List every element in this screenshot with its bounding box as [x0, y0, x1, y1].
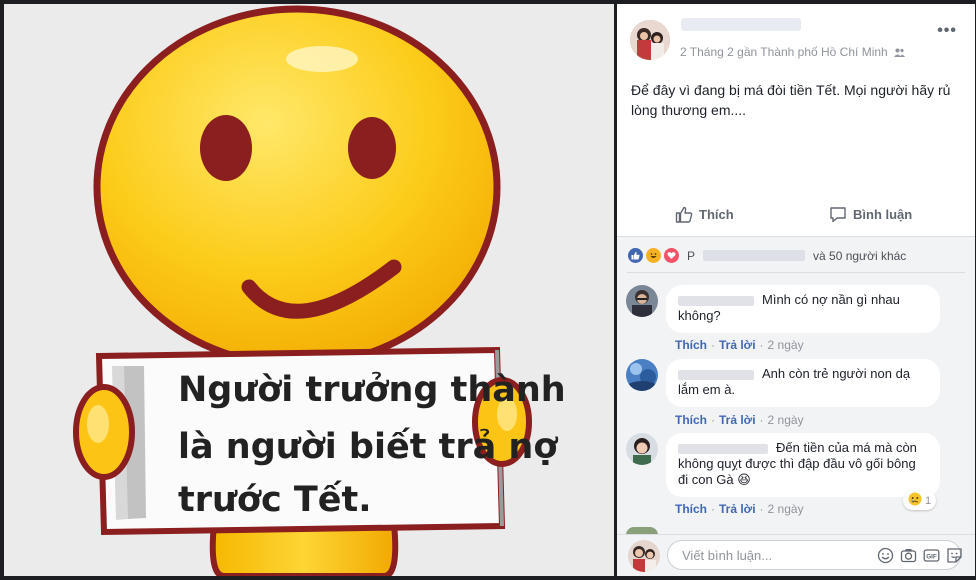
comment-time[interactable]: 2 ngày [768, 338, 804, 352]
comment-input[interactable] [680, 547, 844, 564]
right-eye [348, 117, 396, 179]
comment-bubble-icon [830, 207, 846, 223]
divider [627, 272, 965, 273]
love-reaction-icon [663, 247, 680, 264]
commenter-name-redacted[interactable] [678, 443, 768, 454]
comment-reply-link[interactable]: Trả lời [719, 413, 756, 427]
post-text: Để đây vì đang bị má đòi tiền Tết. Mọi n… [631, 82, 951, 118]
reactions-others-text: và 50 người khác [813, 248, 907, 263]
post-side-panel: 2 Tháng 2 gần Thành phố Hồ Chí Minh ••• … [617, 4, 975, 576]
gif-icon[interactable]: GIF [923, 547, 940, 564]
comment-reply-link[interactable]: Trả lời [719, 502, 756, 516]
comment-bubble: Mình có nợ nần gì nhau không? [666, 285, 940, 333]
comment-like-link[interactable]: Thích [675, 338, 707, 352]
commenter-name-redacted[interactable] [678, 295, 754, 306]
post-meta-text[interactable]: 2 Tháng 2 gần Thành phố Hồ Chí Minh [680, 45, 888, 59]
comment-composer: GIF [617, 534, 975, 576]
comment-input-box[interactable]: GIF [667, 540, 963, 570]
sign-line-3: trước Tết. [178, 480, 372, 520]
comments-section: P và 50 người khác Mình có nợ nần gì nha… [617, 237, 975, 576]
reactions-summary[interactable]: P và 50 người khác [627, 247, 906, 264]
comment-like-link[interactable]: Thích [675, 413, 707, 427]
post-meta: 2 Tháng 2 gần Thành phố Hồ Chí Minh [680, 45, 906, 59]
like-label: Thích [699, 207, 734, 222]
post-header: 2 Tháng 2 gần Thành phố Hồ Chí Minh ••• [617, 4, 975, 74]
left-hand [73, 384, 135, 480]
svg-text:GIF: GIF [926, 554, 937, 561]
comment-button[interactable]: Bình luận [829, 206, 912, 223]
commenter-avatar[interactable] [626, 359, 658, 391]
comment-label: Bình luận [853, 207, 913, 222]
haha-reaction-icon [645, 247, 662, 264]
commenter-avatar[interactable] [626, 433, 658, 465]
comment-reply-link[interactable]: Trả lời [719, 338, 756, 352]
comment-reaction-count: 1 [925, 494, 932, 507]
post-photo[interactable]: Người trưởng thành là người biết trả nợ … [4, 4, 614, 576]
thumbs-up-icon [675, 206, 693, 223]
friends-privacy-icon[interactable] [894, 45, 906, 59]
smiley-holding-sign-illustration: Người trưởng thành là người biết trả nợ … [4, 4, 614, 576]
comment-reaction-badge[interactable]: 1 [903, 491, 937, 510]
post-action-bar: Thích Bình luận [617, 198, 975, 237]
comment-actions: Thích · Trả lời · 2 ngày [675, 502, 804, 516]
comment-bubble: Anh còn trẻ người non dạ lắm em à. [666, 359, 940, 407]
like-reaction-icon [627, 247, 644, 264]
sign-line-2: là người biết trả nợ [178, 427, 558, 467]
comment-bubble: Đến tiền của má mà còn không quỵt được t… [666, 433, 940, 497]
sticker-icon[interactable] [946, 547, 963, 564]
reactor-name-redacted [703, 250, 806, 261]
comment-actions: Thích · Trả lời · 2 ngày [675, 338, 804, 352]
comment-like-link[interactable]: Thích [675, 502, 707, 516]
sign-line-1: Người trưởng thành [178, 370, 566, 410]
commenter-avatar[interactable] [626, 285, 658, 317]
like-button[interactable]: Thích [675, 206, 734, 223]
more-options-icon[interactable]: ••• [937, 22, 957, 40]
sad-reaction-icon [908, 492, 922, 509]
reactor-name-prefix: P [687, 248, 696, 263]
commenter-name-redacted[interactable] [678, 369, 754, 380]
author-name-redacted[interactable] [681, 18, 801, 31]
camera-icon[interactable] [900, 547, 917, 564]
emoji-icon[interactable] [877, 547, 894, 564]
comment-actions: Thích · Trả lời · 2 ngày [675, 413, 804, 427]
author-avatar[interactable] [630, 20, 670, 60]
comment-time[interactable]: 2 ngày [768, 413, 804, 427]
current-user-avatar[interactable] [628, 540, 660, 572]
comment-time[interactable]: 2 ngày [768, 502, 804, 516]
left-eye [200, 115, 252, 181]
